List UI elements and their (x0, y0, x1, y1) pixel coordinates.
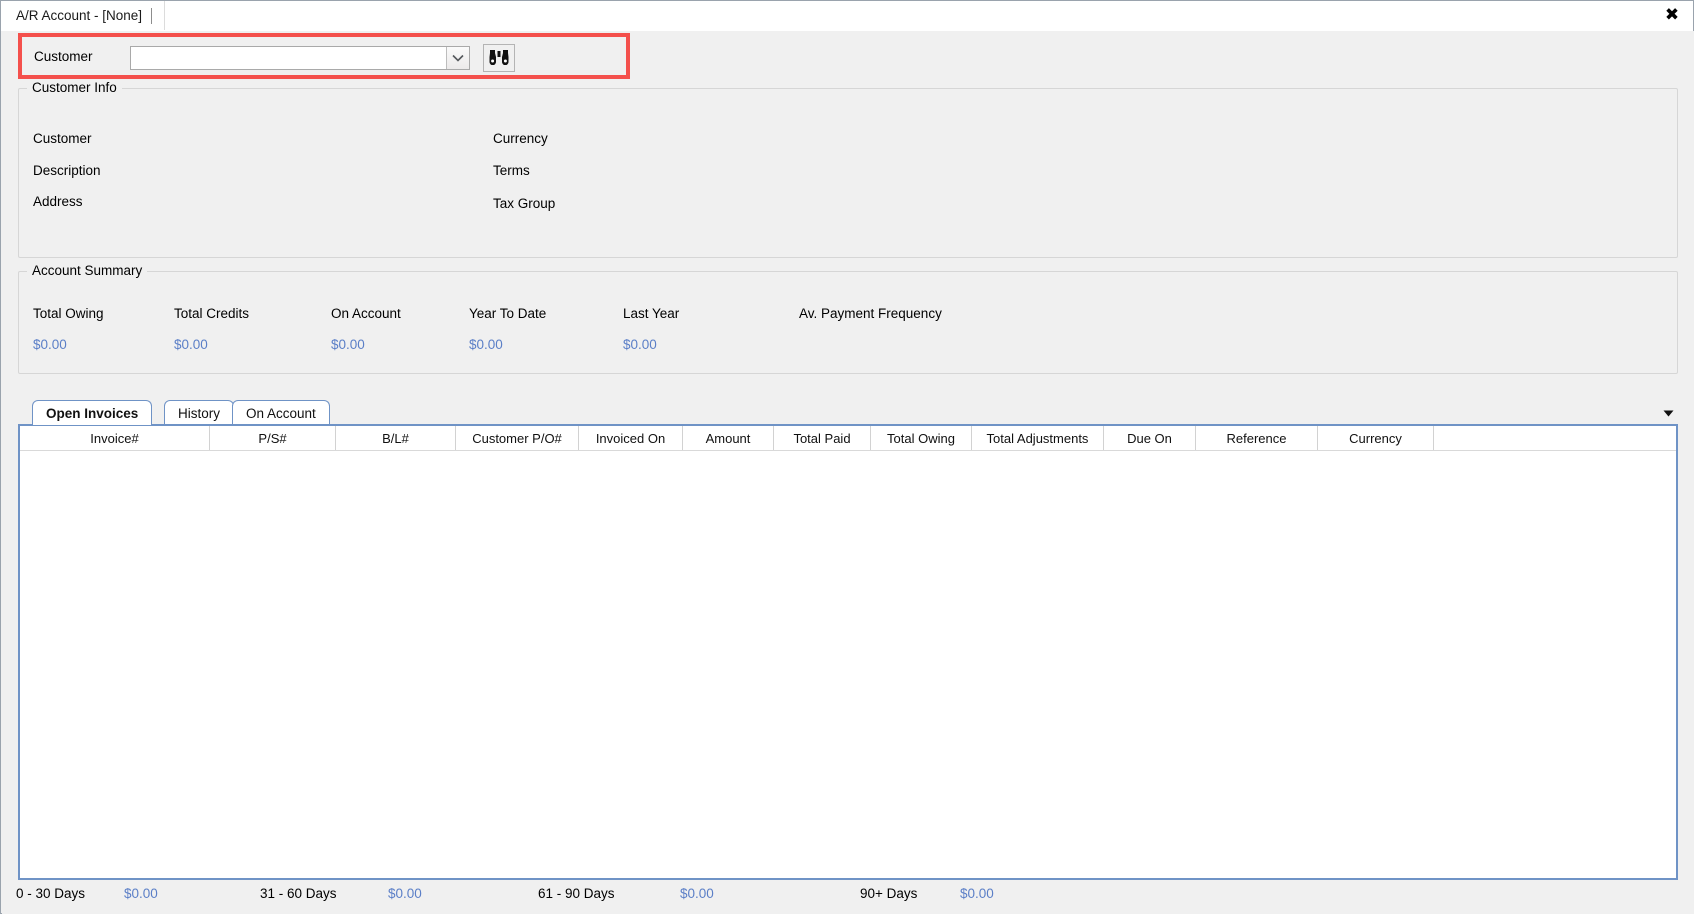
grid-col-total-paid[interactable]: Total Paid (774, 426, 871, 450)
account-summary-title: Account Summary (27, 263, 148, 278)
grid-col-invoice-number[interactable]: Invoice# (20, 426, 210, 450)
customer-input[interactable] (131, 47, 446, 69)
label-terms: Terms (493, 163, 530, 178)
grid-col-filler (1434, 426, 1676, 450)
label-address: Address (33, 194, 83, 209)
grid-col-reference[interactable]: Reference (1196, 426, 1318, 450)
aging-summary-bar: 0 - 30 Days $0.00 31 - 60 Days $0.00 61 … (2, 886, 1694, 914)
grid-col-total-adjustments-label: Total Adjustments (986, 430, 1089, 446)
label-customer: Customer (33, 131, 92, 146)
aging-value-31-60: $0.00 (388, 886, 422, 901)
summary-value-year-to-date: $0.00 (469, 337, 503, 352)
grid-col-amount[interactable]: Amount (683, 426, 774, 450)
customer-search-button[interactable] (483, 44, 515, 72)
application-window: A/R Account - [None] ✖ Customer Customer… (0, 0, 1694, 914)
label-currency: Currency (493, 131, 548, 146)
aging-value-90-plus: $0.00 (960, 886, 994, 901)
invoice-tab-strip: Open Invoices History On Account (18, 399, 1678, 425)
text-caret (151, 7, 153, 24)
grid-col-currency[interactable]: Currency (1318, 426, 1434, 450)
document-tab-label: A/R Account - [None] (16, 8, 143, 23)
grid-col-invoice-number-label: Invoice# (90, 430, 139, 446)
tab-history[interactable]: History (164, 400, 235, 425)
grid-body-empty[interactable] (20, 451, 1676, 876)
customer-search-row: Customer (22, 37, 626, 75)
grid-col-invoiced-on[interactable]: Invoiced On (579, 426, 683, 450)
grid-col-reference-label: Reference (1226, 430, 1287, 446)
aging-label-90-plus: 90+ Days (860, 886, 918, 901)
chevron-down-icon[interactable] (1660, 405, 1676, 421)
grid-col-amount-label: Amount (705, 430, 751, 446)
open-invoices-grid[interactable]: Invoice# P/S# B/L# Customer P/O# Invoice… (18, 424, 1678, 880)
aging-label-0-30: 0 - 30 Days (16, 886, 86, 901)
summary-head-total-owing: Total Owing (33, 306, 104, 321)
customer-search-label: Customer (34, 49, 93, 64)
grid-col-bl-number[interactable]: B/L# (336, 426, 456, 450)
chevron-down-icon[interactable] (446, 47, 469, 69)
summary-value-total-owing: $0.00 (33, 337, 67, 352)
customer-info-group: Customer Info Customer Description Addre… (18, 80, 1678, 258)
summary-value-total-credits: $0.00 (174, 337, 208, 352)
grid-col-due-on-label: Due On (1127, 430, 1172, 446)
grid-header-row: Invoice# P/S# B/L# Customer P/O# Invoice… (20, 426, 1676, 451)
aging-label-61-90: 61 - 90 Days (538, 886, 615, 901)
customer-combobox[interactable] (130, 46, 470, 70)
tab-open-invoices-label: Open Invoices (46, 405, 139, 421)
grid-col-bl-number-label: B/L# (382, 430, 409, 446)
summary-head-on-account: On Account (331, 306, 401, 321)
summary-head-year-to-date: Year To Date (469, 306, 547, 321)
summary-value-last-year: $0.00 (623, 337, 657, 352)
grid-col-total-owing-label: Total Owing (887, 430, 955, 446)
grid-col-total-paid-label: Total Paid (793, 430, 851, 446)
main-content: Customer Customer Info Customer Descript… (2, 31, 1694, 914)
document-tab-ar-account[interactable]: A/R Account - [None] (2, 1, 166, 30)
grid-col-customer-po-label: Customer P/O# (472, 430, 562, 446)
grid-col-total-adjustments[interactable]: Total Adjustments (972, 426, 1104, 450)
tab-history-label: History (178, 405, 221, 421)
summary-head-total-credits: Total Credits (174, 306, 250, 321)
aging-value-0-30: $0.00 (124, 886, 158, 901)
binoculars-icon (489, 49, 509, 68)
grid-col-currency-label: Currency (1349, 430, 1402, 446)
grid-col-customer-po[interactable]: Customer P/O# (456, 426, 579, 450)
summary-head-av-payment-frequency: Av. Payment Frequency (799, 306, 942, 321)
window-titlebar: A/R Account - [None] ✖ (1, 1, 1693, 31)
label-tax-group: Tax Group (493, 196, 556, 211)
tab-open-invoices[interactable]: Open Invoices (32, 400, 153, 425)
label-description: Description (33, 163, 101, 178)
grid-col-ps-number[interactable]: P/S# (210, 426, 336, 450)
aging-value-61-90: $0.00 (680, 886, 714, 901)
grid-col-due-on[interactable]: Due On (1104, 426, 1196, 450)
customer-info-title: Customer Info (27, 80, 122, 95)
tab-on-account-label: On Account (246, 405, 316, 421)
tab-on-account[interactable]: On Account (232, 400, 330, 425)
account-summary-group: Account Summary Total Owing Total Credit… (18, 263, 1678, 374)
grid-col-ps-number-label: P/S# (258, 430, 287, 446)
summary-head-last-year: Last Year (623, 306, 680, 321)
grid-col-invoiced-on-label: Invoiced On (595, 430, 666, 446)
grid-col-total-owing[interactable]: Total Owing (871, 426, 972, 450)
close-icon[interactable]: ✖ (1661, 4, 1683, 26)
summary-value-on-account: $0.00 (331, 337, 365, 352)
aging-label-31-60: 31 - 60 Days (260, 886, 337, 901)
customer-search-highlight: Customer (18, 33, 630, 79)
